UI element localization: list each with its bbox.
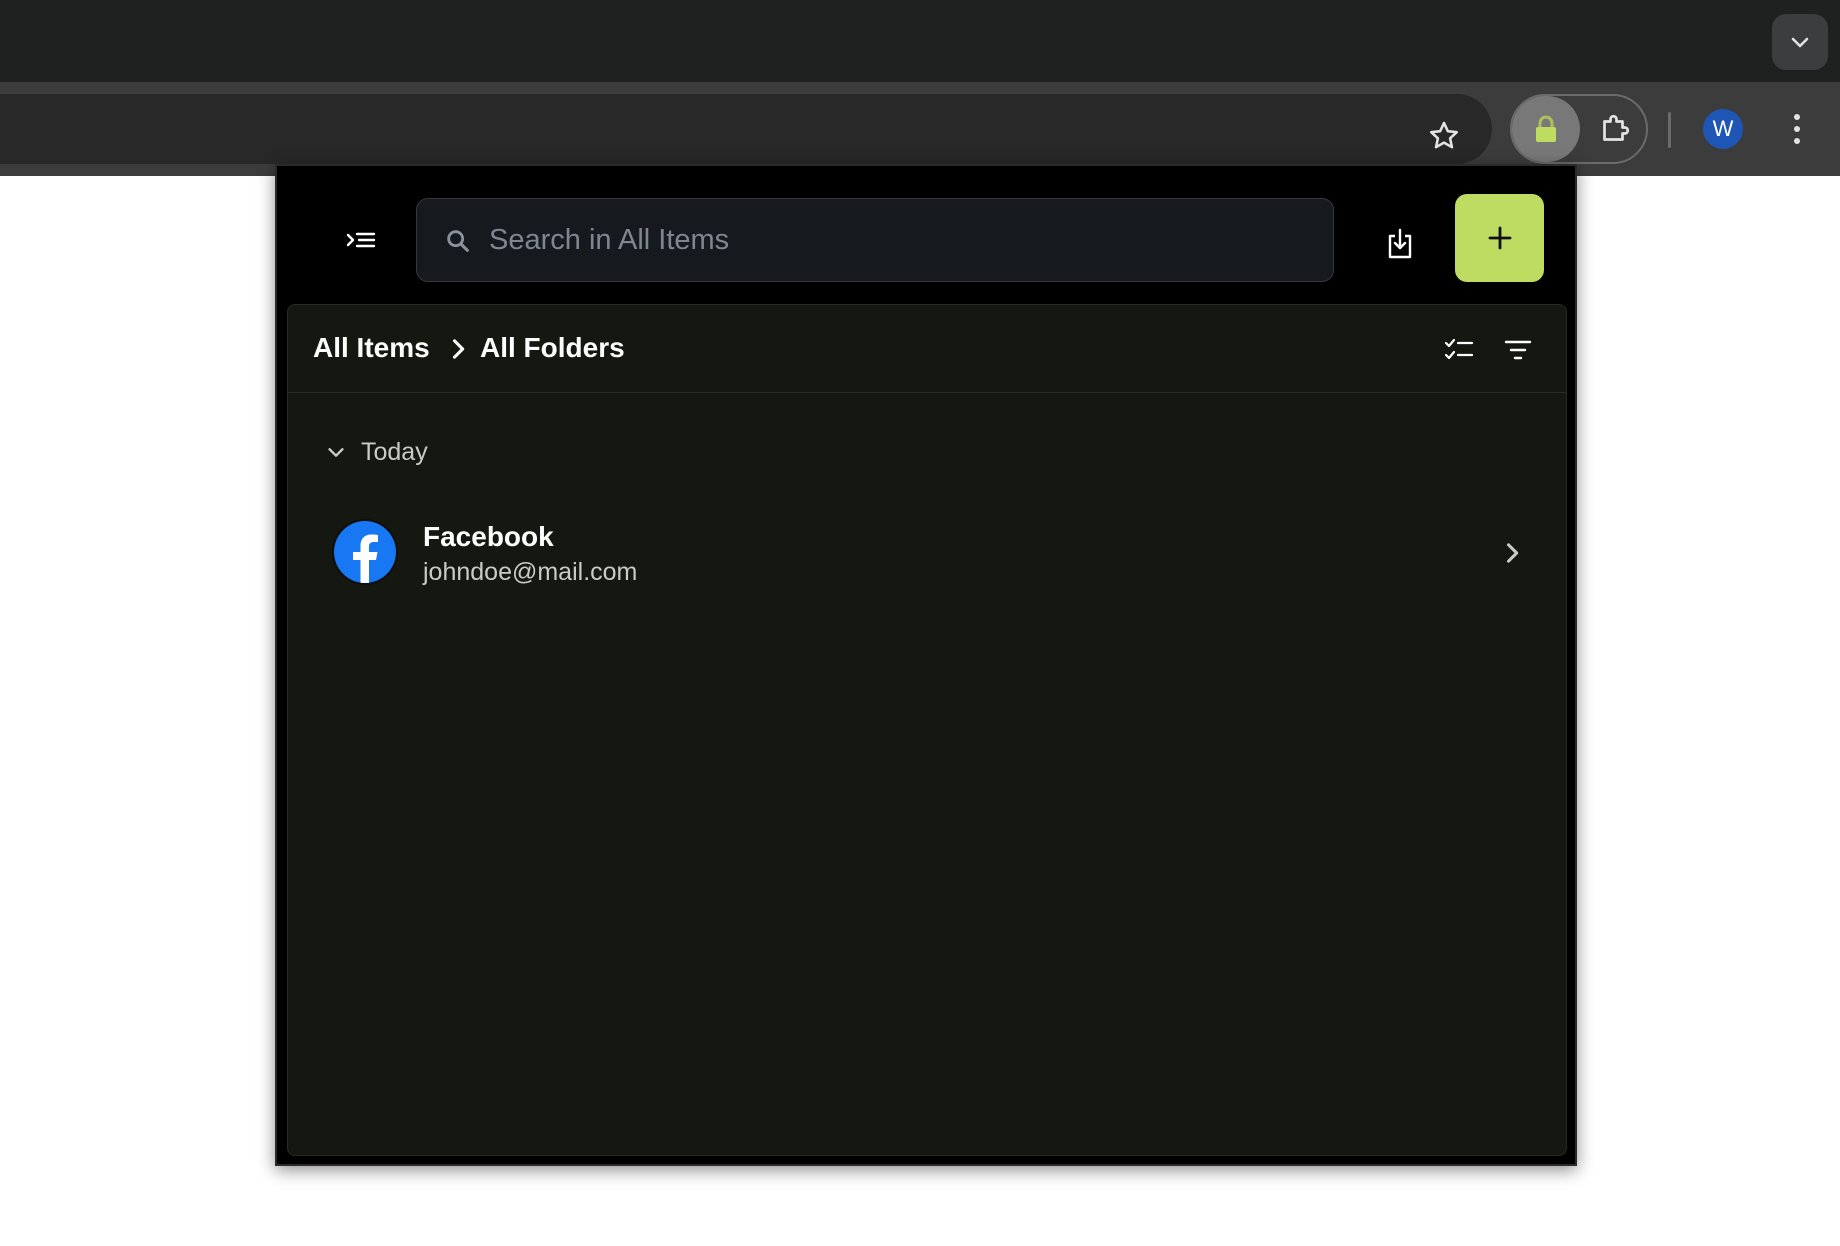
profile-initial: W (1712, 116, 1734, 141)
password-manager-popup: All Items All Folders (275, 164, 1577, 1166)
breadcrumb-all-folders[interactable]: All Folders (480, 332, 625, 366)
import-icon (1388, 228, 1412, 259)
item-username: johndoe@mail.com (423, 558, 638, 586)
menu-button[interactable] (335, 216, 387, 268)
search-input[interactable] (489, 199, 1309, 281)
bookmark-button[interactable] (1414, 106, 1474, 166)
search-icon (447, 230, 469, 252)
browser-tabstrip (0, 0, 1840, 82)
facebook-icon (334, 521, 396, 583)
toolbar-divider (1668, 112, 1671, 148)
address-bar[interactable] (0, 94, 1492, 164)
browser-menu-button[interactable] (1775, 106, 1819, 152)
item-title: Facebook (423, 521, 554, 552)
password-manager-extension-button[interactable] (1512, 96, 1580, 162)
chevron-right-icon (1506, 543, 1519, 563)
group-label: Today (361, 437, 428, 466)
item-logo (332, 519, 398, 585)
panel-header: All Items All Folders (288, 305, 1566, 393)
breadcrumb-all-items[interactable]: All Items (313, 332, 430, 366)
add-item-button[interactable] (1455, 194, 1544, 282)
checklist-icon (1444, 338, 1474, 360)
chevron-down-icon (1791, 37, 1809, 48)
chevron-down-icon (328, 448, 344, 457)
lock-icon (1536, 115, 1556, 142)
group-today-toggle[interactable]: Today (325, 435, 428, 469)
chevron-right-icon (452, 339, 465, 359)
extensions-button[interactable] (1586, 100, 1644, 158)
search-box[interactable] (416, 198, 1334, 282)
more-vertical-icon (1794, 114, 1800, 144)
list-item[interactable]: Facebook johndoe@mail.com (308, 503, 1548, 603)
multi-select-button[interactable] (1441, 333, 1477, 367)
sort-filter-button[interactable] (1500, 333, 1536, 367)
browser-toolbar: W (0, 82, 1840, 176)
puzzle-icon (1603, 114, 1630, 141)
filter-icon (1504, 340, 1532, 360)
profile-avatar[interactable]: W (1703, 109, 1743, 149)
tab-search-button[interactable] (1772, 14, 1828, 70)
items-panel: All Items All Folders Today Facebook joh… (287, 304, 1567, 1156)
plus-icon (1488, 226, 1511, 250)
star-icon (1429, 121, 1459, 149)
menu-collapse-icon (346, 232, 376, 248)
pinned-extensions-group (1510, 94, 1648, 164)
import-button[interactable] (1374, 216, 1426, 272)
